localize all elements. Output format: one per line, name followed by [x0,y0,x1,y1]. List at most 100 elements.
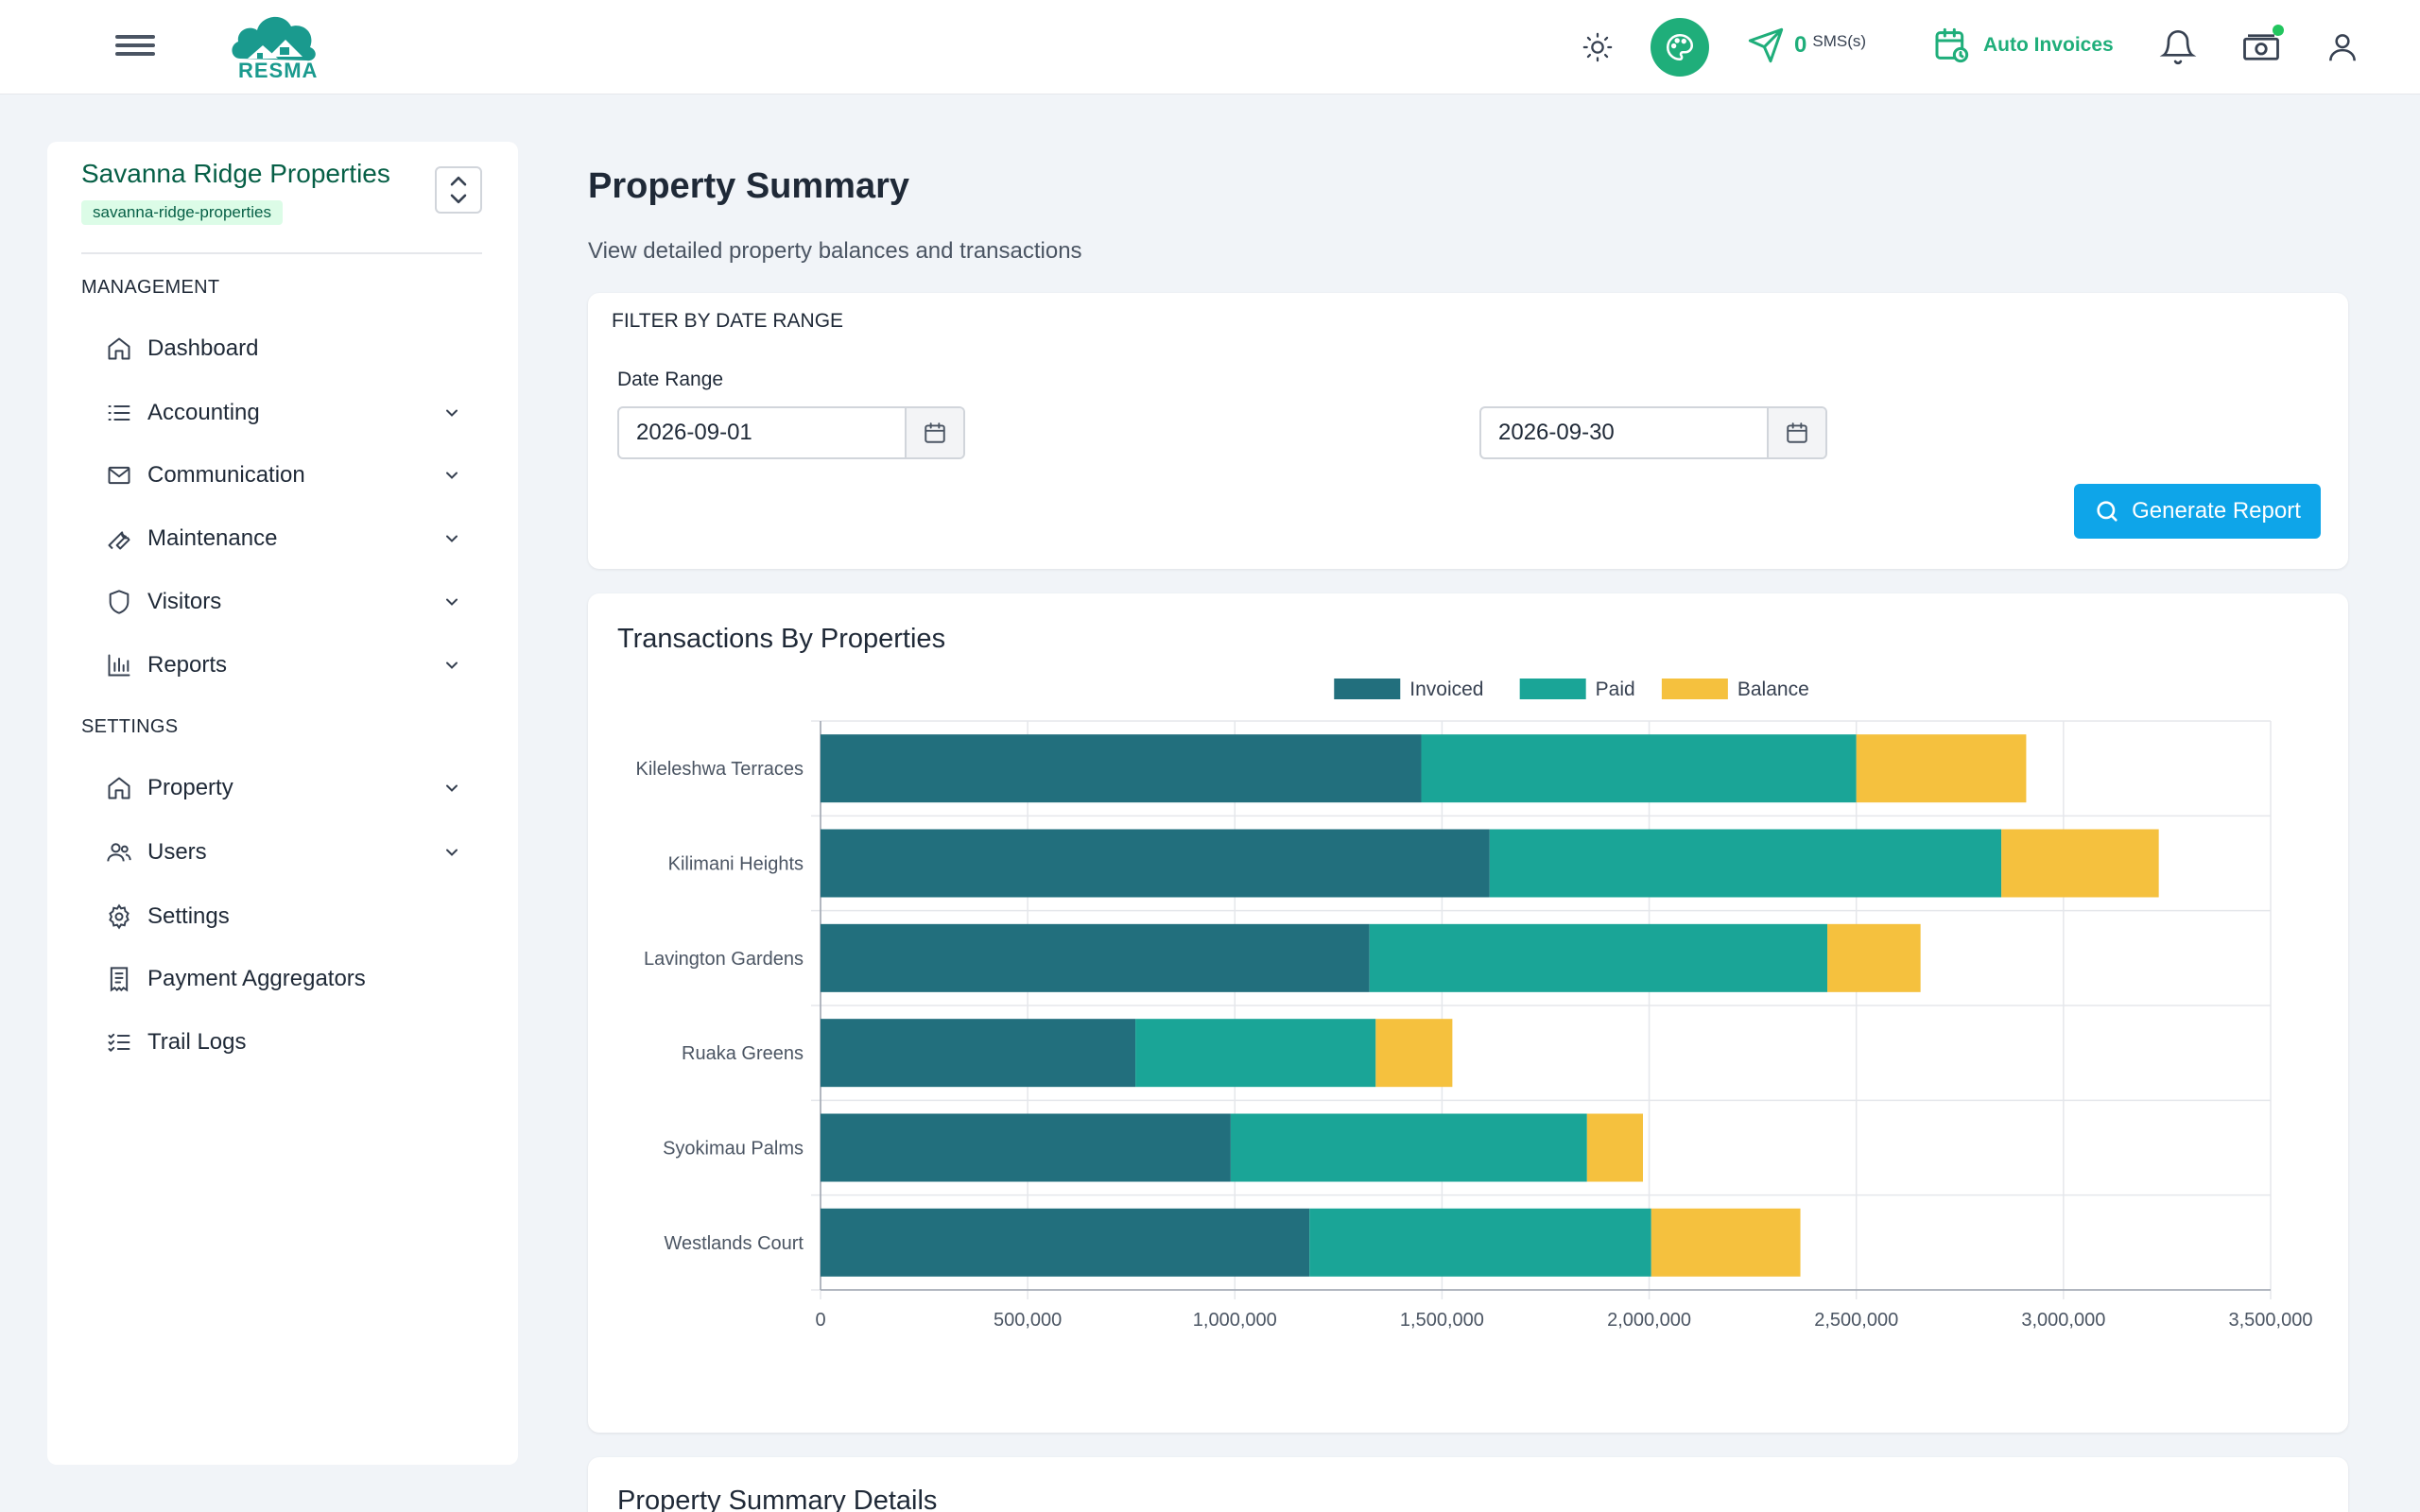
sidebar-item-dashboard[interactable]: Dashboard [104,325,482,372]
sidebar-item-users[interactable]: Users [104,829,482,876]
sidebar-item-settings[interactable]: Settings [104,893,482,940]
chevron-down-icon[interactable] [441,402,463,424]
palette-icon [1666,33,1694,61]
users-icon [104,837,134,868]
bar-invoiced [821,1019,1136,1088]
category-label: Kileleshwa Terraces [636,759,804,780]
bar-paid [1230,1113,1587,1182]
bar-invoiced [821,734,1422,803]
bar-paid [1421,734,1857,803]
filter-card: FILTER BY DATE RANGE Date Range 2026-09-… [588,293,2348,569]
generate-report-button[interactable]: Generate Report [2074,484,2321,539]
bar-invoiced [821,923,1370,992]
top-bar: RESMA 0 SMS(s) Auto Invoices [0,0,2420,94]
user-icon[interactable] [2318,23,2367,72]
sidebar-divider [81,252,482,254]
bar-balance [1856,734,2027,803]
bar-chart-icon [104,650,134,680]
bar-invoiced [821,1208,1310,1277]
sidebar-item-label: Payment Aggregators [147,966,366,991]
mail-icon [104,460,134,490]
legend-swatch-invoiced [1334,679,1401,699]
sidebar-item-accounting[interactable]: Accounting [104,389,482,437]
sidebar-item-label: Users [147,839,207,865]
sidebar-item-trail-logs[interactable]: Trail Logs [104,1019,482,1066]
list-icon [104,398,134,428]
category-label: Kilimani Heights [668,854,804,875]
org-header: Savanna Ridge Properties savanna-ridge-p… [81,159,390,225]
sms-count: 0 [1794,32,1807,58]
legend-label: Balance [1737,679,1809,700]
legend-swatch-paid [1519,679,1586,699]
wrench-icon [104,524,134,554]
bar-paid [1135,1019,1376,1088]
calendar-icon[interactable] [905,408,963,457]
sidebar-item-label: Dashboard [147,335,259,361]
sun-icon[interactable] [1573,23,1622,72]
category-label: Ruaka Greens [682,1043,804,1064]
bar-paid [1369,923,1828,992]
start-date-field[interactable]: 2026-09-01 [617,406,965,459]
sidebar-item-label: Property [147,775,233,800]
legend-label: Paid [1596,679,1635,700]
bar-balance [1827,923,1921,992]
sidebar-item-label: Trail Logs [147,1029,247,1055]
chevron-down-icon[interactable] [441,591,463,613]
chevron-down-icon[interactable] [441,654,463,677]
home-icon [104,773,134,803]
legend-swatch-balance [1661,679,1728,699]
end-date-field[interactable]: 2026-09-30 [1479,406,1827,459]
palette-button[interactable] [1651,18,1709,77]
filter-title: FILTER BY DATE RANGE [612,310,844,332]
org-slug-badge: savanna-ridge-properties [81,200,283,225]
bell-icon[interactable] [2153,23,2203,72]
sidebar-item-maintenance[interactable]: Maintenance [104,515,482,562]
home-icon [104,334,134,364]
x-tick-label: 0 [815,1310,825,1331]
sidebar-item-label: Settings [147,903,230,929]
x-tick-label: 1,500,000 [1400,1310,1484,1331]
receipt-icon [104,964,134,994]
chevron-down-icon[interactable] [441,841,463,864]
sidebar-item-reports[interactable]: Reports [104,642,482,689]
chevron-down-icon[interactable] [441,777,463,799]
auto-invoices-link[interactable]: Auto Invoices [1932,26,2114,64]
page-subtitle: View detailed property balances and tran… [588,238,1082,264]
sidebar-item-label: Communication [147,462,305,488]
bar-invoiced [821,829,1490,898]
chevron-down-icon[interactable] [441,464,463,487]
end-date-input[interactable]: 2026-09-30 [1481,408,1767,457]
chevron-down-icon[interactable] [441,527,463,550]
settings-section-label: SETTINGS [81,716,179,737]
hamburger-menu-icon[interactable] [115,30,155,64]
start-date-input[interactable]: 2026-09-01 [619,408,905,457]
chart-card: Transactions By Properties 0 500,000 1,000… [588,593,2348,1433]
cash-icon[interactable] [2237,23,2286,72]
page-title: Property Summary [588,166,910,206]
management-section-label: MANAGEMENT [81,277,220,298]
stacked-bar-chart: 0 500,000 1,000,000 1,500,000 2,000,000 2,500… [636,679,2312,1331]
status-dot [2273,25,2284,36]
bar-balance [1651,1208,1801,1277]
category-label: Lavington Gardens [644,949,804,970]
category-label: Westlands Court [665,1233,804,1254]
x-tick-label: 500,000 [994,1310,1062,1331]
x-tick-label: 1,000,000 [1193,1310,1277,1331]
sidebar: Savanna Ridge Properties savanna-ridge-p… [47,142,518,1465]
sidebar-item-visitors[interactable]: Visitors [104,578,482,626]
logo-text: RESMA [238,59,319,82]
shield-icon [104,587,134,617]
sidebar-item-payment-aggregators[interactable]: Payment Aggregators [104,955,482,1003]
category-label: Syokimau Palms [663,1139,804,1160]
sidebar-item-communication[interactable]: Communication [104,452,482,499]
calendar-clock-icon [1935,27,1969,63]
x-tick-label: 2,500,000 [1814,1310,1898,1331]
legend-label: Invoiced [1409,679,1483,700]
sidebar-item-label: Accounting [147,400,260,425]
org-switcher-button[interactable] [435,166,482,214]
sidebar-item-property[interactable]: Property [104,765,482,812]
bar-balance [1375,1019,1453,1088]
bar-balance [2001,829,2159,898]
calendar-icon[interactable] [1767,408,1825,457]
sms-counter[interactable]: 0 SMS(s) [1747,26,1866,64]
